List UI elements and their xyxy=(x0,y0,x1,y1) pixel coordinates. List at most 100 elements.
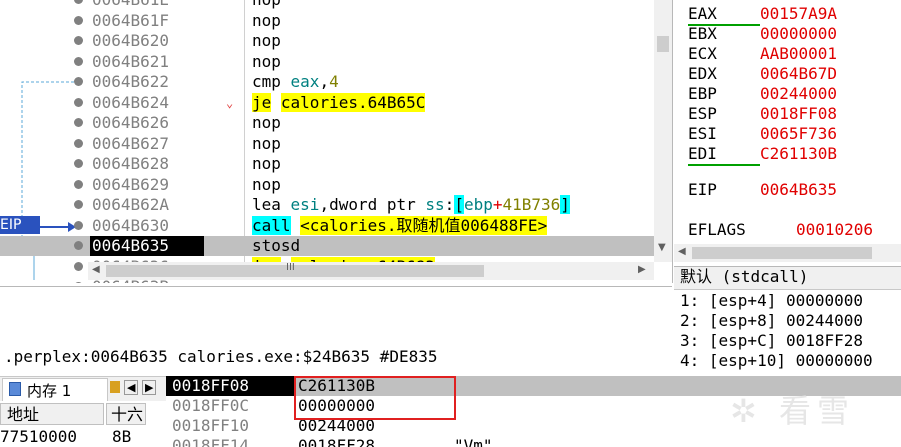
scroll-left-arrow-icon[interactable]: ◀ xyxy=(678,246,686,257)
register-value[interactable]: 00157A9A xyxy=(760,4,837,23)
instruction-token: calories.64B65C xyxy=(280,92,426,112)
address-column-header[interactable]: 地址 xyxy=(0,403,104,425)
instruction-token: call xyxy=(252,215,291,235)
breakpoint-dot-icon[interactable] xyxy=(74,0,83,4)
breakpoint-dot-icon[interactable] xyxy=(74,15,83,25)
call-convention-pane[interactable]: 默认 (stdcall) 1: [esp+4] 00000000 2: [esp+… xyxy=(674,266,901,375)
breakpoint-dot-icon[interactable] xyxy=(74,220,83,230)
stack-address[interactable]: 0018FF0C xyxy=(172,396,249,416)
instruction-text: nop xyxy=(252,113,281,132)
disasm-row[interactable]: 0064B627 nop xyxy=(0,134,654,154)
instruction-token: cmp xyxy=(252,72,291,91)
hex-column-header[interactable]: 十六 xyxy=(106,403,146,425)
registers-hscrollbar[interactable]: ◀ xyxy=(674,244,901,262)
stack-address[interactable]: 0018FF14 xyxy=(172,436,249,447)
register-esp[interactable]: ESP 0018FF08 xyxy=(688,104,837,124)
scroll-left-arrow-icon[interactable]: ◀ xyxy=(92,264,100,275)
instruction-address: 0064B61F xyxy=(92,10,170,30)
breakpoint-dot-icon[interactable] xyxy=(74,138,83,148)
disasm-vscrollbar[interactable]: ▼ xyxy=(654,0,672,262)
instruction-address: 0064B628 xyxy=(92,154,170,173)
tab-nav[interactable]: ◀ ▶ xyxy=(110,380,162,398)
disasm-row[interactable]: 0064B629 nop xyxy=(0,175,654,195)
tab-memory-1[interactable]: 内存 1 xyxy=(2,378,108,401)
disassembly-pane[interactable]: EIP 0064B61Enop0064B61Fnop0064B620nop006… xyxy=(0,0,673,283)
registers-pane[interactable]: EAX 00157A9A EBX 00000000 ECX AAB00001 EDX 0064… xyxy=(674,0,901,262)
register-ecx[interactable]: ECX AAB00001 xyxy=(688,44,837,64)
disasm-row[interactable]: 0064B62A lea esi,dword ptr ss:[ebp+41B736… xyxy=(0,195,654,215)
breakpoint-dot-icon[interactable] xyxy=(74,261,83,271)
instruction-text: cmp eax,4 xyxy=(252,72,339,92)
call-arg-row[interactable]: 3: [esp+C] 0018FF28 xyxy=(680,331,863,351)
register-value[interactable]: 0064B67D xyxy=(760,64,837,83)
breakpoint-dot-icon[interactable] xyxy=(74,118,83,127)
breakpoint-dot-icon[interactable] xyxy=(74,97,83,107)
call-convention-label: 默认 (stdcall) xyxy=(680,267,809,286)
disasm-row[interactable]: 0064B635 stosd xyxy=(0,236,654,256)
register-value[interactable]: 0065F736 xyxy=(760,124,837,143)
breakpoint-dot-icon[interactable] xyxy=(74,56,83,66)
disasm-row[interactable]: 0064B630 call <calories.取随机值006488FE> xyxy=(0,215,654,236)
dump-tabbar[interactable]: 内存 1 ◀ ▶ xyxy=(0,376,166,401)
instruction-address: 0064B621 xyxy=(92,51,170,71)
instruction-address: 0064B62A xyxy=(92,195,170,214)
stack-value[interactable]: 0018FF28 xyxy=(298,436,375,447)
tab-next-arrow-icon[interactable]: ▶ xyxy=(142,380,157,395)
register-value[interactable]: 0018FF08 xyxy=(760,104,837,123)
breakpoint-dot-icon[interactable] xyxy=(74,282,83,283)
breakpoint-dot-icon[interactable] xyxy=(74,241,83,250)
instruction-token: ] xyxy=(560,195,570,214)
stack-pane[interactable]: 0018FF08 C261130B 0018FF0C 00000000 0018FF10… xyxy=(166,376,901,447)
breakpoint-dot-icon[interactable] xyxy=(74,36,83,45)
disasm-row[interactable]: 0064B620 nop xyxy=(0,31,654,51)
register-edx[interactable]: EDX 0064B67D xyxy=(688,64,837,84)
call-arg-row[interactable]: 2: [esp+8] 00244000 xyxy=(680,311,863,331)
disasm-row[interactable]: 0064B624 ⌄ je calories.64B65C xyxy=(0,92,654,113)
disasm-row[interactable]: 0064B622 cmp eax,4 xyxy=(0,72,654,92)
call-convention-header[interactable]: 默认 (stdcall) xyxy=(674,267,901,290)
register-value[interactable]: AAB00001 xyxy=(760,44,837,63)
stack-address[interactable]: 0018FF08 xyxy=(172,376,249,396)
hscroll-thumb[interactable] xyxy=(692,247,872,259)
scroll-right-arrow-icon[interactable]: ▶ xyxy=(638,264,646,275)
call-arg-row[interactable]: 4: [esp+10] 00000000 xyxy=(680,351,873,371)
instruction-text: stosd xyxy=(252,236,301,255)
register-name: EBP xyxy=(688,84,717,103)
register-edi[interactable]: EDI C261130B xyxy=(688,144,837,166)
breakpoint-dot-icon[interactable] xyxy=(74,179,83,189)
instruction-address: 0064B629 xyxy=(92,174,170,194)
memory-row-hex: 8B xyxy=(112,427,132,446)
disasm-row[interactable]: 0064B61E nop xyxy=(0,0,654,10)
stack-address[interactable]: 0018FF10 xyxy=(172,416,249,436)
instruction-token: ebp xyxy=(463,195,493,214)
register-eip[interactable]: EIP 0064B635 xyxy=(688,180,837,200)
register-eax[interactable]: EAX 00157A9A xyxy=(688,4,837,26)
info-pane: .perplex:0064B635 calories.exe:$24B635 #… xyxy=(0,286,672,375)
register-value[interactable]: 00000000 xyxy=(760,24,837,43)
breakpoint-dot-icon[interactable] xyxy=(74,77,83,86)
hscroll-thumb[interactable]: III xyxy=(106,262,484,277)
register-value[interactable]: 00010206 xyxy=(796,220,873,239)
breakpoint-dot-icon[interactable] xyxy=(74,200,83,209)
vscroll-thumb[interactable] xyxy=(657,36,669,52)
register-value[interactable]: C261130B xyxy=(760,144,837,163)
breakpoint-dot-icon[interactable] xyxy=(74,159,83,168)
call-arg-row[interactable]: 1: [esp+4] 00000000 xyxy=(680,291,863,311)
instruction-address: 0064B622 xyxy=(92,72,170,91)
instruction-text: nop xyxy=(252,174,281,194)
instruction-token: ss xyxy=(425,195,445,214)
scroll-down-arrow-icon[interactable]: ▼ xyxy=(658,242,666,253)
disasm-row[interactable]: 0064B61F nop xyxy=(0,11,654,31)
disasm-row[interactable]: 0064B621 nop xyxy=(0,52,654,72)
disasm-row[interactable]: 0064B626 nop xyxy=(0,113,654,133)
register-value[interactable]: 00244000 xyxy=(760,84,837,103)
instruction-token: 4 xyxy=(329,72,339,91)
register-esi[interactable]: ESI 0065F736 xyxy=(688,124,837,144)
tab-prev-arrow-icon[interactable]: ◀ xyxy=(124,380,139,395)
disasm-hscrollbar[interactable]: ◀ III ▶ xyxy=(88,262,654,280)
register-ebp[interactable]: EBP 00244000 xyxy=(688,84,837,104)
register-eflags[interactable]: EFLAGS 00010206 xyxy=(688,220,873,240)
register-ebx[interactable]: EBX 00000000 xyxy=(688,24,837,44)
register-value[interactable]: 0064B635 xyxy=(760,180,837,199)
disasm-row[interactable]: 0064B628 nop xyxy=(0,154,654,174)
